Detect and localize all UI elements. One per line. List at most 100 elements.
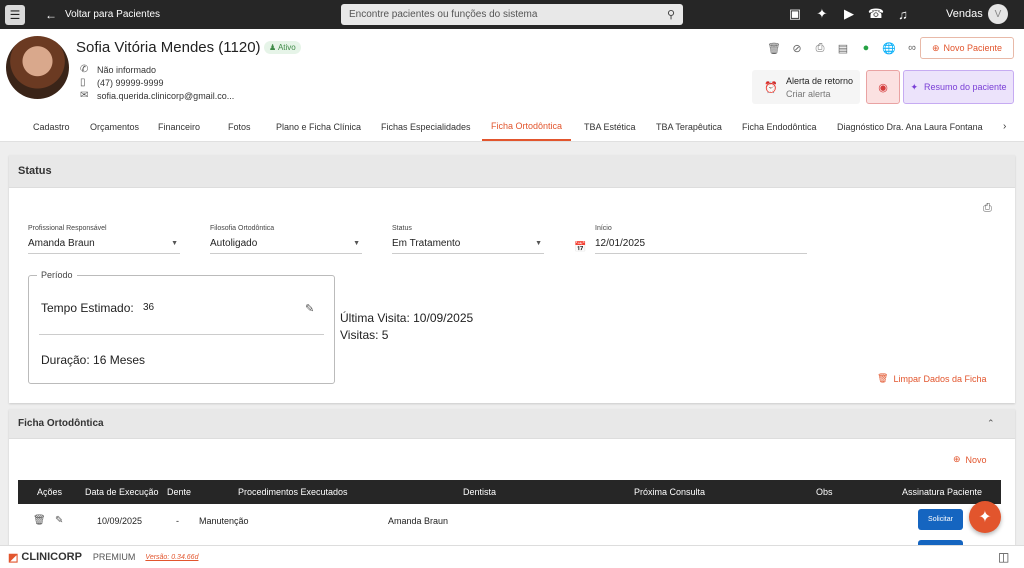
- alert-subtitle: Criar alerta: [786, 89, 831, 99]
- user-name[interactable]: Vendas: [946, 8, 983, 20]
- menu-icon[interactable]: ☰: [5, 4, 25, 25]
- play-icon[interactable]: ▶: [841, 5, 857, 23]
- divider: [39, 334, 324, 335]
- mail-icon: ✉: [80, 90, 89, 101]
- sparkle-icon: ✦: [978, 509, 992, 526]
- back-to-patients-link[interactable]: ← Voltar para Pacientes: [45, 8, 160, 22]
- new-patient-button[interactable]: ⊕ Novo Paciente: [920, 37, 1014, 59]
- cell-dentista: Amanda Braun: [388, 516, 449, 526]
- bell-icon[interactable]: ♫: [895, 5, 911, 23]
- tab-fichas-especialidades[interactable]: Fichas Especialidades: [381, 113, 471, 141]
- contact-email: ✉ sofia.querida.clinicorp@gmail.co...: [80, 90, 234, 101]
- col-procedimentos: Procedimentos Executados: [238, 487, 348, 497]
- eye-button[interactable]: ◉: [866, 70, 900, 104]
- trash-icon[interactable]: 🗑: [33, 515, 46, 526]
- search-icon[interactable]: ⚲: [667, 8, 675, 21]
- col-assinatura: Assinatura Paciente: [902, 487, 983, 497]
- tab-financeiro[interactable]: Financeiro: [158, 113, 200, 141]
- arrow-left-icon: ←: [45, 7, 57, 22]
- pencil-icon[interactable]: ✎: [55, 515, 63, 526]
- status-field[interactable]: Status Em Tratamento ▼: [392, 225, 544, 254]
- dropdown-caret-icon: ▼: [535, 240, 542, 247]
- tempo-estimado-value: 36: [143, 302, 155, 313]
- chevron-right-icon[interactable]: ›: [1003, 121, 1006, 132]
- filosofia-value: Autoligado: [210, 238, 258, 249]
- block-icon[interactable]: ⊘: [790, 41, 804, 55]
- search-input[interactable]: Encontre pacientes ou funções do sistema…: [341, 4, 683, 25]
- chevron-up-icon[interactable]: ⌃: [987, 418, 995, 429]
- status-label: Status: [392, 225, 412, 232]
- visitas-count: Visitas: 5: [340, 328, 389, 342]
- top-bar: ☰ ← Voltar para Pacientes Encontre pacie…: [0, 0, 1024, 29]
- tab-cadastro[interactable]: Cadastro: [33, 113, 70, 141]
- tab-ficha-ortodontica[interactable]: Ficha Ortodôntica: [482, 113, 572, 141]
- filosofia-field[interactable]: Filosofia Ortodôntica Autoligado ▼: [210, 225, 362, 254]
- cell-procedimento: Manutenção: [199, 516, 249, 526]
- dropdown-caret-icon: ▼: [171, 240, 178, 247]
- pencil-icon[interactable]: ✎: [305, 302, 314, 315]
- assistant-fab[interactable]: ✦: [969, 501, 1001, 533]
- back-label: Voltar para Pacientes: [65, 9, 161, 20]
- whatsapp-icon[interactable]: ●: [859, 41, 873, 55]
- patient-name: Sofia Vitória Mendes (1120): [76, 39, 261, 56]
- link-icon[interactable]: ∞: [905, 41, 919, 55]
- tab-bar: Cadastro Orçamentos Financeiro Fotos Pla…: [0, 113, 1024, 142]
- ultima-visita: Última Visita: 10/09/2025: [340, 311, 474, 325]
- tab-fotos[interactable]: Fotos: [228, 113, 251, 141]
- support-icon[interactable]: ☎: [868, 5, 884, 23]
- user-avatar[interactable]: V: [988, 4, 1008, 24]
- document-icon[interactable]: ▤: [836, 41, 850, 55]
- sparkle-icon: ✦: [910, 81, 918, 92]
- status-card: Status ⎙ Profissional Responsável Amanda…: [9, 155, 1015, 403]
- profissional-field[interactable]: Profissional Responsável Amanda Braun ▼: [28, 225, 180, 254]
- tab-tba-terapeutica[interactable]: TBA Terapêutica: [656, 113, 722, 141]
- tab-tba-estetica[interactable]: TBA Estética: [584, 113, 636, 141]
- status-badge-label: Ativo: [277, 43, 296, 52]
- footer: ◩ CLINICORP PREMIUM Versão: 0.34.66d ◫: [0, 545, 1024, 568]
- screen-sparkle-icon[interactable]: ▣: [787, 5, 803, 23]
- patient-photo: [6, 36, 69, 99]
- tab-orcamentos[interactable]: Orçamentos: [90, 113, 139, 141]
- cell-data: 10/09/2025: [97, 516, 143, 526]
- alarm-icon: ⏰: [764, 82, 778, 94]
- version-link[interactable]: Versão: 0.34.66d: [145, 554, 198, 561]
- trash-icon[interactable]: 🗑: [767, 41, 781, 55]
- periodo-legend: Período: [37, 270, 77, 280]
- status-value: Em Tratamento: [392, 238, 461, 249]
- inicio-field[interactable]: Início 12/01/2025: [595, 225, 807, 254]
- request-signature-button[interactable]: Solicitar: [918, 509, 963, 530]
- calendar-icon[interactable]: 📅: [574, 242, 586, 253]
- clear-record-button[interactable]: 🗑 Limpar Dados da Ficha: [877, 373, 986, 384]
- tab-diagnostico[interactable]: Diagnóstico Dra. Ana Laura Fontana: [837, 113, 983, 141]
- new-entry-label: Novo: [965, 454, 987, 465]
- brand-mark-icon: ◩: [8, 551, 19, 564]
- col-proxima-consulta: Próxima Consulta: [634, 487, 706, 497]
- ficha-card: Ficha Ortodôntica ⌃ ⊕ Novo Ações Data de…: [9, 409, 1015, 546]
- inicio-value: 12/01/2025: [595, 238, 646, 249]
- return-alert-button[interactable]: ⏰ Alerta de retorno Criar alerta: [752, 70, 860, 104]
- print-icon[interactable]: ⎙: [813, 41, 827, 55]
- mobile-icon: ▯: [80, 77, 86, 88]
- filosofia-label: Filosofia Ortodôntica: [210, 225, 275, 232]
- tab-ficha-endodontica[interactable]: Ficha Endodôntica: [742, 113, 817, 141]
- new-entry-button[interactable]: ⊕ Novo: [953, 454, 987, 465]
- contact-phone: ✆ Não informado: [80, 64, 156, 75]
- search-placeholder: Encontre pacientes ou funções do sistema: [349, 9, 538, 20]
- chat-icon[interactable]: ◫: [998, 550, 1009, 564]
- phone-fixed: Não informado: [97, 64, 157, 75]
- sparkle-icon[interactable]: ✦: [814, 5, 830, 23]
- phone-icon: ✆: [80, 64, 89, 75]
- periodo-box: Período Tempo Estimado: 36 ✎ Duração: 16…: [28, 270, 335, 384]
- tab-plano-ficha-clinica[interactable]: Plano e Ficha Clínica: [276, 113, 361, 141]
- email: sofia.querida.clinicorp@gmail.co...: [97, 90, 235, 101]
- patient-summary-button[interactable]: ✦ Resumo do paciente: [903, 70, 1014, 104]
- globe-icon[interactable]: 🌐: [882, 41, 896, 55]
- print-icon[interactable]: ⎙: [983, 202, 992, 215]
- profissional-label: Profissional Responsável: [28, 225, 107, 232]
- clear-record-label: Limpar Dados da Ficha: [893, 373, 987, 384]
- trash-icon: 🗑: [877, 373, 889, 383]
- brand-name: CLINICORP: [21, 551, 82, 563]
- table-header: Ações Data de Execução Dente Procediment…: [18, 480, 1001, 504]
- phone-mobile: (47) 99999-9999: [97, 77, 164, 88]
- tempo-estimado-label: Tempo Estimado:: [41, 301, 134, 315]
